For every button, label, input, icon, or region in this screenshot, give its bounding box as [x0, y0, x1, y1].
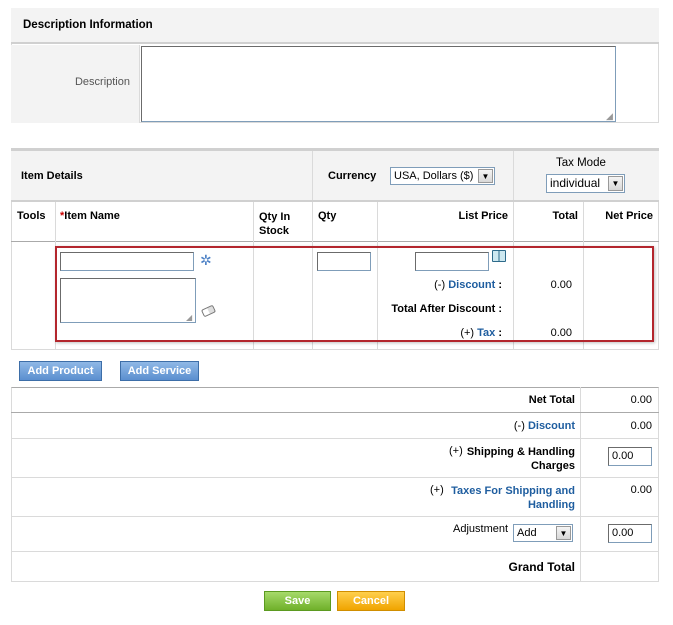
item-comment-textarea[interactable] [60, 278, 196, 323]
column-tools: Tools [17, 210, 46, 222]
description-header: Description Information [11, 8, 659, 44]
shipping-input[interactable]: 0.00 [608, 447, 652, 466]
column-list-price: List Price [458, 210, 508, 222]
shipping-prefix: (+) [449, 445, 463, 457]
save-button[interactable]: Save [264, 591, 331, 611]
row-discount-link[interactable]: Discount [448, 279, 495, 291]
totals-discount-link[interactable]: Discount [528, 420, 575, 432]
grand-total-label: Grand Total [508, 560, 575, 574]
column-total: Total [552, 210, 578, 222]
taxes-shipping-value: 0.00 [630, 484, 652, 496]
net-total-value: 0.00 [630, 394, 652, 406]
description-label-cell: Description [11, 45, 140, 123]
row-tax-link[interactable]: Tax [477, 327, 495, 339]
row-tax-value: 0.00 [550, 327, 572, 339]
currency-value: USA, Dollars ($) [394, 170, 474, 182]
adjustment-input[interactable]: 0.00 [608, 524, 652, 543]
item-details-title: Item Details [21, 170, 83, 182]
adjustment-type-select[interactable]: Add ▼ [513, 524, 573, 542]
row-tax[interactable]: (+) Tax : [380, 327, 502, 339]
chevron-down-icon: ▼ [608, 176, 623, 191]
resize-grip-icon: ◢ [186, 313, 193, 322]
description-title: Description Information [23, 19, 153, 31]
total-after-discount-label: Total After Discount : [391, 303, 502, 315]
description-textarea[interactable] [141, 46, 616, 122]
currency-select[interactable]: USA, Dollars ($) ▼ [390, 167, 495, 185]
book-icon[interactable] [492, 250, 506, 262]
column-net-price: Net Price [605, 210, 653, 222]
row-discount-value: 0.00 [550, 279, 572, 291]
chevron-down-icon: ▼ [556, 526, 571, 540]
taxes-shipping-prefix: (+) [430, 484, 444, 496]
gear-icon[interactable]: ✲ [200, 252, 212, 269]
column-item-name: *Item Name [60, 210, 120, 222]
item-name-input[interactable] [60, 252, 194, 271]
shipping-label: Shipping & Handling Charges [466, 446, 575, 472]
add-service-button[interactable]: Add Service [120, 361, 199, 381]
tax-mode-value: individual [550, 176, 601, 190]
adjustment-label: Adjustment [453, 523, 509, 535]
resize-grip-icon: ◢ [606, 111, 613, 121]
list-price-input[interactable] [415, 252, 489, 271]
net-total-label: Net Total [528, 394, 575, 406]
tax-mode-select[interactable]: individual ▼ [546, 174, 625, 193]
row-tax-prefix: (+) [460, 327, 475, 339]
row-discount[interactable]: (-) Discount : [380, 279, 502, 291]
currency-label: Currency [328, 170, 377, 182]
totals-discount-value: 0.00 [630, 420, 652, 432]
taxes-shipping-link[interactable]: Taxes For Shipping and Handling [445, 484, 575, 512]
column-item-name-label: Item Name [64, 210, 120, 222]
totals-discount[interactable]: (-) Discount [300, 420, 575, 432]
column-qty-in-stock: Qty In Stock [259, 211, 291, 237]
chevron-down-icon: ▼ [478, 169, 493, 183]
column-qty: Qty [318, 210, 337, 222]
row-discount-prefix: (-) [434, 279, 446, 291]
qty-input[interactable] [317, 252, 371, 271]
adjustment-type-value: Add [517, 527, 537, 539]
tax-mode-label: Tax Mode [556, 157, 606, 169]
cancel-button[interactable]: Cancel [337, 591, 405, 611]
add-product-button[interactable]: Add Product [19, 361, 102, 381]
column-header-row [11, 202, 659, 242]
description-label: Description [74, 76, 130, 88]
totals-discount-prefix: (-) [513, 420, 525, 432]
